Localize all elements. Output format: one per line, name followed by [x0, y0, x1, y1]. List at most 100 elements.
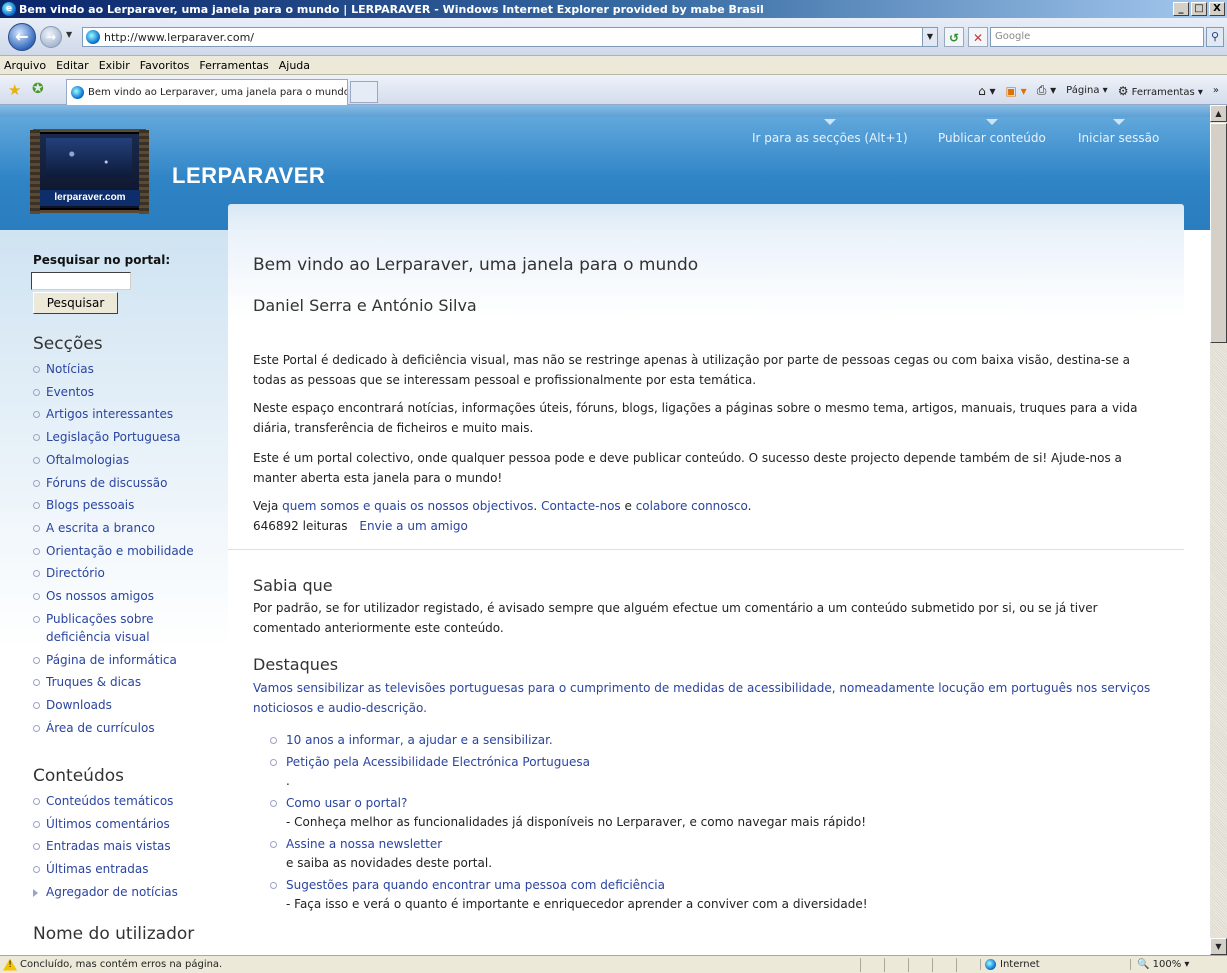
sidebar-item-agregador[interactable]: Agregador de notícias: [33, 881, 178, 904]
stop-button[interactable]: ✕: [968, 27, 988, 47]
login-link[interactable]: Iniciar sessão: [1078, 119, 1159, 145]
highlight-link-10-anos[interactable]: 10 anos a informar, a ajudar e a sensibi…: [286, 731, 1150, 750]
sidebar-item-blogs[interactable]: Blogs pessoais: [33, 494, 194, 517]
menu-arquivo[interactable]: Arquivo: [4, 59, 46, 72]
sidebar-item-directorio[interactable]: Directório: [33, 562, 194, 585]
send-to-friend-link[interactable]: Envie a um amigo: [359, 519, 467, 533]
sidebar-item-amigos[interactable]: Os nossos amigos: [33, 585, 194, 608]
sidebar-item-oftalmologias[interactable]: Oftalmologias: [33, 449, 194, 472]
page-menu[interactable]: Página ▾: [1066, 85, 1108, 96]
reads-count: 646892 leituras: [253, 519, 348, 533]
vertical-scrollbar[interactable]: ▲ ▼: [1210, 105, 1227, 955]
sidebar-item-escrita[interactable]: A escrita a branco: [33, 517, 194, 540]
favorites-star-icon[interactable]: ★: [8, 81, 21, 99]
collaborate-link[interactable]: colabore connosco: [636, 499, 748, 513]
highlights-intro-link[interactable]: Vamos sensibilizar as televisões portugu…: [253, 679, 1163, 718]
did-you-know-text: Por padrão, se for utilizador registado,…: [253, 601, 1098, 635]
reads-row: 646892 leituras Envie a um amigo: [253, 519, 468, 533]
zoom-control[interactable]: 🔍 100% ▾: [1130, 959, 1210, 970]
sidebar-item-legislacao[interactable]: Legislação Portuguesa: [33, 426, 194, 449]
gear-icon: ⚙: [1117, 83, 1129, 98]
history-dropdown-icon[interactable]: ▼: [66, 30, 72, 39]
sidebar-item-orientacao[interactable]: Orientação e mobilidade: [33, 540, 194, 563]
tab-bar: ★ ✪ Bem vindo ao Lerparaver, uma janela …: [0, 75, 1227, 105]
highlight-link-newsletter[interactable]: Assine a nossa newsletter: [286, 835, 1150, 854]
refresh-button[interactable]: ↺: [944, 27, 964, 47]
highlight-link-sugestoes[interactable]: Sugestões para quando encontrar uma pess…: [286, 876, 1150, 895]
site-logo[interactable]: lerparaver.com: [30, 129, 149, 214]
highlight-desc: .: [286, 774, 290, 788]
publish-content-link[interactable]: Publicar conteúdo: [938, 119, 1046, 145]
sidebar-item-ultimas-entradas[interactable]: Últimas entradas: [33, 858, 178, 881]
contact-link[interactable]: Contacte-nos: [541, 499, 621, 513]
scroll-up-icon[interactable]: ▲: [1210, 105, 1227, 122]
warning-icon[interactable]: !: [3, 958, 17, 971]
sidebar-item-informatica[interactable]: Página de informática: [33, 649, 194, 672]
highlight-item: Como usar o portal? - Conheça melhor as …: [270, 794, 1150, 832]
menu-ajuda[interactable]: Ajuda: [279, 59, 310, 72]
scroll-thumb[interactable]: [1210, 123, 1227, 343]
search-label: Pesquisar no portal:: [33, 253, 171, 267]
username-heading: Nome do utilizador: [33, 924, 195, 944]
sidebar-item-publicacoes-line2: deficiência visual: [46, 629, 150, 644]
intro-paragraph-1: Este Portal é dedicado à deficiência vis…: [253, 353, 1131, 387]
sidebar-item-mais-vistas[interactable]: Entradas mais vistas: [33, 835, 178, 858]
security-zone[interactable]: Internet: [980, 959, 1130, 970]
browser-tab[interactable]: Bem vindo ao Lerparaver, uma janela para…: [66, 79, 348, 105]
highlight-desc: e saiba as novidades deste portal.: [286, 856, 493, 870]
back-button[interactable]: ←: [8, 23, 36, 51]
status-text: Concluído, mas contém erros na página.: [20, 959, 223, 970]
main-content: Bem vindo ao Lerparaver, uma janela para…: [228, 230, 1184, 955]
menu-exibir[interactable]: Exibir: [99, 59, 130, 72]
add-favorites-icon[interactable]: ✪: [32, 81, 44, 97]
search-input[interactable]: Google: [990, 27, 1204, 47]
sidebar-item-eventos[interactable]: Eventos: [33, 381, 194, 404]
highlight-item: Petição pela Acessibilidade Electrónica …: [270, 753, 1150, 791]
sidebar-item-publicacoes[interactable]: Publicações sobre deficiência visual: [33, 608, 194, 649]
sidebar-item-comentarios[interactable]: Últimos comentários: [33, 813, 178, 836]
menu-ferramentas[interactable]: Ferramentas: [199, 59, 268, 72]
sidebar-item-tematicos[interactable]: Conteúdos temáticos: [33, 790, 178, 813]
site-name[interactable]: LERPARAVER: [172, 163, 325, 189]
skip-to-sections-link[interactable]: Ir para as secções (Alt+1): [752, 119, 908, 145]
intro-paragraph-4: Veja quem somos e quais os nossos object…: [253, 497, 1163, 517]
address-dropdown-icon[interactable]: ▼: [922, 27, 938, 47]
globe-icon: [985, 959, 996, 970]
scroll-down-icon[interactable]: ▼: [1210, 938, 1227, 955]
feeds-icon[interactable]: ▣ ▾: [1006, 84, 1027, 98]
highlight-desc: - Faça isso e verá o quanto é importante…: [286, 897, 868, 911]
highlight-link-peticao[interactable]: Petição pela Acessibilidade Electrónica …: [286, 753, 1150, 772]
sidebar-item-noticias[interactable]: Notícias: [33, 358, 194, 381]
tools-menu-label: Ferramentas: [1131, 86, 1195, 98]
p4-and: e: [620, 499, 636, 513]
close-button[interactable]: X: [1209, 2, 1225, 16]
page-viewport: lerparaver.com LERPARAVER Ir para as sec…: [0, 105, 1210, 955]
menu-editar[interactable]: Editar: [56, 59, 89, 72]
sidebar-item-artigos[interactable]: Artigos interessantes: [33, 403, 194, 426]
sidebar-item-downloads[interactable]: Downloads: [33, 694, 194, 717]
menu-favoritos[interactable]: Favoritos: [140, 59, 190, 72]
forward-button[interactable]: →: [40, 26, 62, 48]
contents-list: Conteúdos temáticos Últimos comentários …: [33, 790, 178, 904]
search-button[interactable]: Pesquisar: [33, 292, 118, 314]
sidebar-item-foruns[interactable]: Fóruns de discussão: [33, 472, 194, 495]
search-icon[interactable]: ⚲: [1206, 27, 1224, 47]
portal-search-input[interactable]: [31, 272, 131, 290]
window-title: Bem vindo ao Lerparaver, uma janela para…: [19, 2, 764, 16]
sidebar-item-truques[interactable]: Truques & dicas: [33, 671, 194, 694]
minimize-button[interactable]: _: [1173, 2, 1189, 16]
new-tab-button[interactable]: [350, 81, 378, 103]
chevron-more-icon[interactable]: »: [1213, 85, 1219, 96]
highlight-item: Sugestões para quando encontrar uma pess…: [270, 876, 1150, 914]
intro-paragraph-2: Neste espaço encontrará notícias, inform…: [253, 401, 1138, 435]
contents-heading: Conteúdos: [33, 766, 124, 786]
home-icon[interactable]: ⌂ ▾: [978, 84, 995, 98]
about-us-link[interactable]: quem somos e quais os nossos objectivos: [282, 499, 533, 513]
sidebar-item-curriculos[interactable]: Área de currículos: [33, 717, 194, 740]
highlight-item: Assine a nossa newsletter e saiba as nov…: [270, 835, 1150, 873]
address-field[interactable]: http://www.lerparaver.com/: [82, 27, 924, 47]
print-icon[interactable]: ⎙ ▾: [1037, 83, 1056, 98]
maximize-button[interactable]: □: [1191, 2, 1207, 16]
highlight-link-como-usar[interactable]: Como usar o portal?: [286, 794, 1150, 813]
tools-menu[interactable]: ⚙ Ferramentas ▾: [1118, 84, 1203, 98]
